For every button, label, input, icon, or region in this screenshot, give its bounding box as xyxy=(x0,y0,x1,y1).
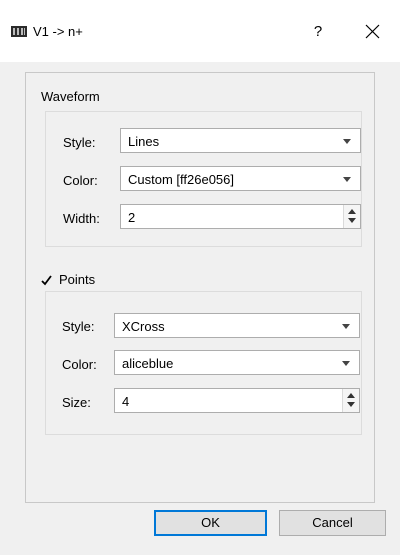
chevron-down-icon xyxy=(343,139,351,144)
waveform-app-icon xyxy=(11,25,27,37)
waveform-width-spinbox[interactable]: 2 xyxy=(120,204,361,229)
cancel-button[interactable]: Cancel xyxy=(279,510,386,536)
waveform-color-value: Custom [ff26e056] xyxy=(128,172,234,187)
points-size-spinbox[interactable]: 4 xyxy=(114,388,360,413)
waveform-style-label: Style: xyxy=(63,135,96,150)
width-spin-buttons[interactable] xyxy=(343,205,360,228)
waveform-width-label: Width: xyxy=(63,211,100,226)
points-color-select[interactable]: aliceblue xyxy=(114,350,360,375)
window-title: V1 -> n+ xyxy=(33,24,83,39)
spin-up-icon[interactable] xyxy=(347,393,355,398)
close-button[interactable] xyxy=(354,14,390,50)
points-color-label: Color: xyxy=(62,357,97,372)
title-bar: V1 -> n+ ? xyxy=(0,0,400,62)
waveform-style-select[interactable]: Lines xyxy=(120,128,361,153)
points-size-label: Size: xyxy=(62,395,91,410)
points-label[interactable]: Points xyxy=(59,272,95,287)
spin-down-icon[interactable] xyxy=(347,402,355,407)
points-style-value: XCross xyxy=(122,319,165,334)
points-checkbox[interactable] xyxy=(40,274,53,287)
close-icon xyxy=(354,24,390,53)
settings-panel: Waveform Style: Lines Color: Custom [ff2… xyxy=(25,72,375,503)
waveform-color-label: Color: xyxy=(63,173,98,188)
waveform-color-select[interactable]: Custom [ff26e056] xyxy=(120,166,361,191)
checkmark-icon xyxy=(41,275,52,286)
points-style-label: Style: xyxy=(62,319,95,334)
waveform-width-value: 2 xyxy=(128,210,136,225)
waveform-style-value: Lines xyxy=(128,134,160,149)
help-button[interactable]: ? xyxy=(300,14,336,50)
ok-button[interactable]: OK xyxy=(154,510,267,536)
size-spin-buttons[interactable] xyxy=(342,389,359,412)
points-style-select[interactable]: XCross xyxy=(114,313,360,338)
waveform-heading: Waveform xyxy=(41,89,100,104)
dialog-body: Waveform Style: Lines Color: Custom [ff2… xyxy=(0,62,400,555)
spin-down-icon[interactable] xyxy=(348,218,356,223)
waveform-group: Style: Lines Color: Custom [ff26e056] Wi… xyxy=(45,111,362,247)
chevron-down-icon xyxy=(342,324,350,329)
chevron-down-icon xyxy=(342,361,350,366)
points-color-value: aliceblue xyxy=(122,356,174,371)
chevron-down-icon xyxy=(343,177,351,182)
points-group: Style: XCross Color: aliceblue Size: 4 xyxy=(45,291,362,435)
points-size-value: 4 xyxy=(122,394,130,409)
spin-up-icon[interactable] xyxy=(348,209,356,214)
